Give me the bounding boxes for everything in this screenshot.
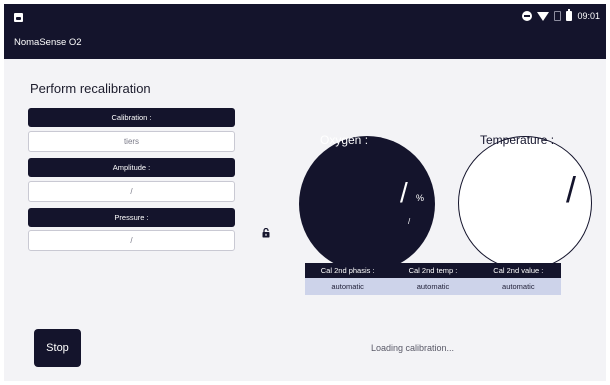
calibration-table: Cal 2nd phasis : Cal 2nd temp : Cal 2nd … [305, 263, 561, 295]
calibration-label: Calibration : [28, 108, 235, 127]
app-screen: 09:01 NomaSense O2 Perform recalibration… [4, 4, 606, 381]
oxygen-gauge [299, 136, 435, 272]
oxygen-label: Oxygen : [320, 133, 369, 147]
oxygen-secondary-mark: / [408, 217, 411, 226]
cell-cal-2nd-value: automatic [502, 282, 535, 291]
unlocked-padlock-icon[interactable] [262, 228, 270, 238]
temperature-label: Temperature : [480, 133, 555, 147]
header-cal-2nd-temp: Cal 2nd temp : [408, 266, 458, 275]
page-title: Perform recalibration [30, 81, 151, 96]
status-bar: 09:01 [522, 9, 600, 23]
calibration-field[interactable]: tiers [28, 131, 235, 152]
oxygen-unit: % [416, 193, 425, 203]
gallery-notification-icon [14, 13, 23, 22]
header-cal-2nd-value: Cal 2nd value : [493, 266, 544, 275]
top-app-bar: 09:01 NomaSense O2 [4, 4, 606, 59]
table-row: automatic automatic automatic [305, 278, 561, 295]
status-time: 09:01 [577, 11, 600, 21]
header-cal-2nd-phasis: Cal 2nd phasis : [320, 266, 375, 275]
cell-cal-2nd-phasis: automatic [331, 282, 364, 291]
pressure-label: Pressure : [28, 208, 235, 227]
wifi-icon [537, 11, 550, 21]
cell-cal-2nd-temp: automatic [416, 282, 450, 291]
pressure-field[interactable]: / [28, 230, 235, 251]
battery-icon [566, 9, 573, 21]
app-title: NomaSense O2 [14, 37, 82, 48]
amplitude-label: Amplitude : [28, 158, 235, 177]
amplitude-field[interactable]: / [28, 181, 235, 202]
oxygen-value: / [400, 177, 408, 208]
temperature-value: / [566, 169, 577, 210]
do-not-disturb-icon [522, 11, 533, 21]
loading-status: Loading calibration... [371, 343, 455, 353]
stop-button[interactable]: Stop [34, 329, 81, 367]
calibration-table-header: Cal 2nd phasis : Cal 2nd temp : Cal 2nd … [305, 263, 561, 278]
no-sim-icon [554, 11, 562, 21]
